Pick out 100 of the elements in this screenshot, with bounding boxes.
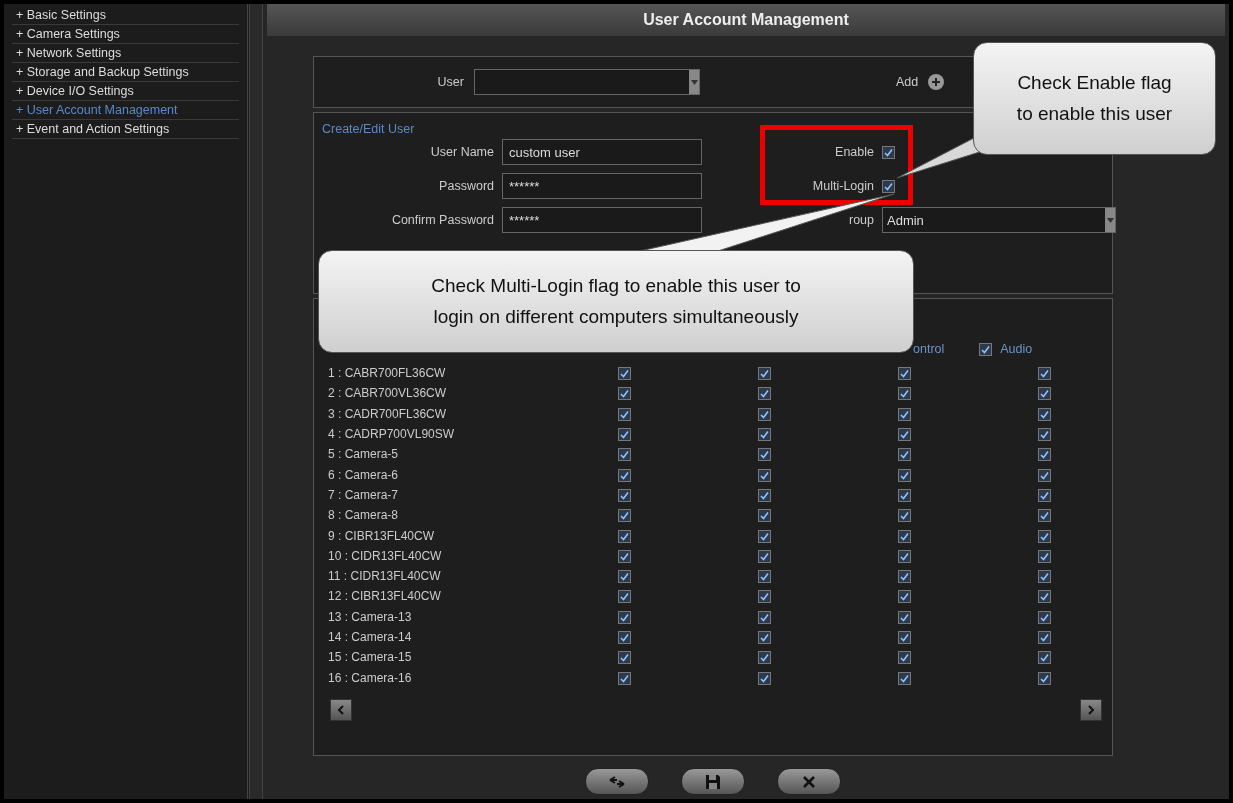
checkbox[interactable] <box>1038 387 1051 401</box>
checkbox[interactable] <box>898 631 911 644</box>
input-field[interactable]: custom user <box>502 139 702 165</box>
checkbox[interactable] <box>618 570 631 584</box>
checkbox[interactable] <box>882 146 895 159</box>
column-header: Audio <box>1000 342 1033 356</box>
checkbox[interactable] <box>618 549 631 563</box>
input-field[interactable]: ****** <box>502 173 702 199</box>
scroll-right-button[interactable] <box>1080 699 1102 721</box>
sidebar-item[interactable]: + Camera Settings <box>12 25 239 44</box>
checkbox[interactable] <box>1038 468 1051 482</box>
checkbox[interactable] <box>898 509 911 523</box>
checkbox[interactable] <box>618 428 631 442</box>
page-title: User Account Management <box>267 4 1225 36</box>
checkbox[interactable] <box>618 529 631 543</box>
checkbox[interactable] <box>1038 488 1051 502</box>
checkbox[interactable] <box>898 428 911 442</box>
user-label: User <box>436 75 464 89</box>
checkbox[interactable] <box>1038 631 1051 644</box>
field-label: Password <box>438 179 494 193</box>
checkbox[interactable] <box>898 407 911 421</box>
checkbox[interactable] <box>618 631 631 644</box>
checkbox[interactable] <box>618 367 631 381</box>
camera-name: 1 : CABR700FL36CW <box>328 366 447 381</box>
input-field[interactable]: ****** <box>502 207 702 233</box>
checkbox[interactable] <box>758 549 771 563</box>
checkbox[interactable] <box>618 468 631 482</box>
checkbox[interactable] <box>898 651 911 665</box>
checkbox[interactable] <box>1038 671 1051 685</box>
save-button[interactable] <box>681 768 745 795</box>
checkbox[interactable] <box>758 468 771 482</box>
checkbox[interactable] <box>618 651 631 665</box>
checkbox[interactable] <box>758 570 771 584</box>
checkbox[interactable] <box>898 529 911 543</box>
checkbox[interactable] <box>618 610 631 624</box>
checkbox[interactable] <box>898 610 911 624</box>
camera-name: 11 : CIDR13FL40CW <box>328 569 442 584</box>
checkbox[interactable] <box>758 671 771 685</box>
checkbox[interactable] <box>758 428 771 442</box>
checkbox[interactable] <box>1038 651 1051 665</box>
checkbox[interactable] <box>618 671 631 685</box>
column-header: ontrol <box>913 342 945 356</box>
user-dropdown[interactable] <box>474 69 700 95</box>
group-label: roup <box>847 213 874 227</box>
checkbox[interactable] <box>758 651 771 665</box>
checkbox[interactable] <box>898 570 911 584</box>
checkbox[interactable] <box>758 387 771 401</box>
checkbox[interactable] <box>1038 428 1051 442</box>
checkbox[interactable] <box>898 367 911 381</box>
checkbox[interactable] <box>898 590 911 604</box>
sidebar-item[interactable]: + User Account Management <box>12 101 239 120</box>
checkbox[interactable] <box>1038 448 1051 462</box>
chevron-right-icon <box>1087 705 1095 715</box>
checkbox[interactable] <box>618 509 631 523</box>
checkbox[interactable] <box>618 488 631 502</box>
sidebar-item[interactable]: + Event and Action Settings <box>12 120 239 139</box>
sidebar-item[interactable]: + Storage and Backup Settings <box>12 63 239 82</box>
checkbox[interactable] <box>758 631 771 644</box>
checkbox[interactable] <box>1038 590 1051 604</box>
checkbox[interactable] <box>898 549 911 563</box>
checkbox[interactable] <box>758 610 771 624</box>
checkbox[interactable] <box>618 448 631 462</box>
checkbox[interactable] <box>1038 610 1051 624</box>
checkbox[interactable] <box>898 488 911 502</box>
swap-arrows-icon <box>609 774 625 789</box>
sidebar-item[interactable]: + Device I/O Settings <box>12 82 239 101</box>
field-label: Confirm Password <box>390 213 494 227</box>
add-icon[interactable] <box>928 74 945 90</box>
checkbox[interactable] <box>758 509 771 523</box>
checkbox[interactable] <box>618 590 631 604</box>
checkbox[interactable] <box>1038 570 1051 584</box>
flag-label: Multi-Login <box>811 179 874 193</box>
checkbox[interactable] <box>898 468 911 482</box>
checkbox[interactable] <box>898 387 911 401</box>
checkbox[interactable] <box>758 448 771 462</box>
checkbox[interactable] <box>758 407 771 421</box>
checkbox[interactable] <box>1038 407 1051 421</box>
close-button[interactable] <box>777 768 841 795</box>
checkbox[interactable] <box>618 407 631 421</box>
checkbox[interactable] <box>758 529 771 543</box>
flag-label: Enable <box>834 145 874 159</box>
scroll-left-button[interactable] <box>330 699 352 721</box>
checkbox[interactable] <box>1038 529 1051 543</box>
sidebar-item[interactable]: + Basic Settings <box>12 6 239 25</box>
checkbox[interactable] <box>898 448 911 462</box>
checkbox[interactable] <box>758 488 771 502</box>
checkbox[interactable] <box>979 342 993 356</box>
checkbox[interactable] <box>618 387 631 401</box>
group-dropdown[interactable]: Admin <box>882 207 1116 233</box>
checkbox[interactable] <box>1038 549 1051 563</box>
refresh-button[interactable] <box>585 768 649 795</box>
checkbox[interactable] <box>882 180 895 193</box>
checkbox[interactable] <box>898 671 911 685</box>
sidebar-item[interactable]: + Network Settings <box>12 44 239 63</box>
checkbox[interactable] <box>758 367 771 381</box>
checkbox[interactable] <box>1038 367 1051 381</box>
checkbox[interactable] <box>758 590 771 604</box>
checkbox[interactable] <box>1038 509 1051 523</box>
camera-name: 6 : Camera-6 <box>328 467 400 482</box>
camera-name: 8 : Camera-8 <box>328 508 400 523</box>
